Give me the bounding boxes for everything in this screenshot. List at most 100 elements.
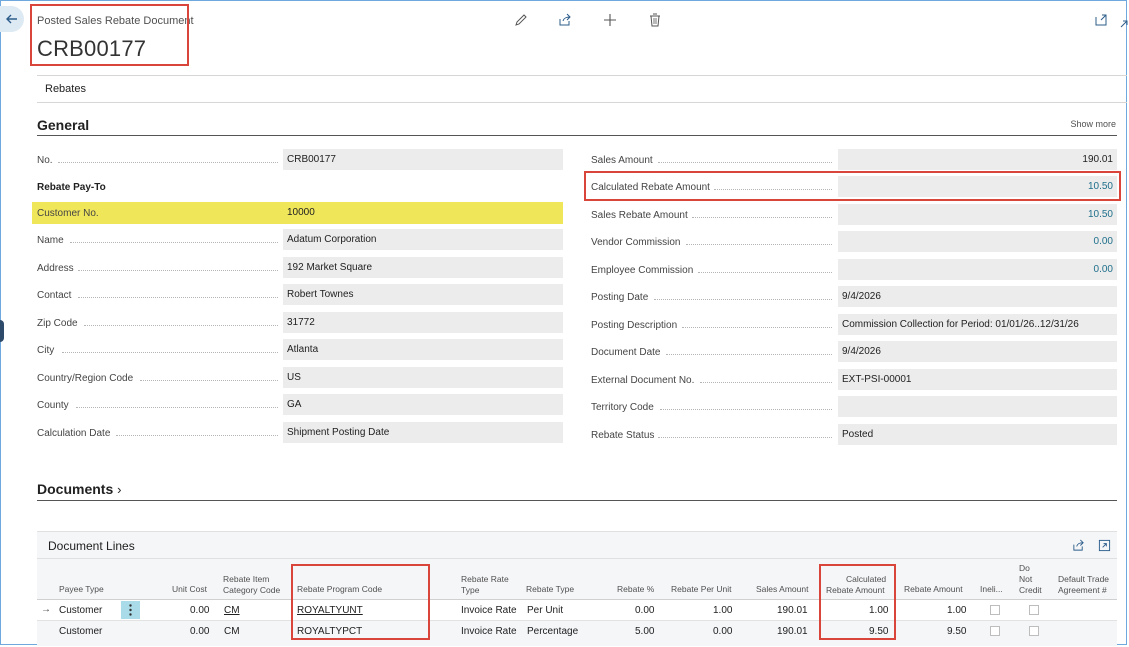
- cell-per-unit: 1.00: [713, 605, 733, 616]
- side-handle[interactable]: [0, 320, 4, 342]
- section-title-documents[interactable]: Documents ›: [37, 481, 121, 497]
- collapse-icon[interactable]: [1116, 16, 1129, 32]
- checkbox-ineligible[interactable]: [990, 605, 1000, 615]
- field-label: External Document No.: [591, 375, 695, 386]
- field-value[interactable]: 9/4/2026: [838, 286, 1117, 307]
- cell-rebate-type[interactable]: Per Unit: [527, 605, 563, 616]
- cell-rebate-amount: 1.00: [947, 605, 967, 616]
- checkbox-ineligible[interactable]: [990, 626, 1000, 636]
- field-dots: [116, 435, 278, 437]
- col-header-line: Not: [1019, 574, 1033, 584]
- field-dots: [78, 270, 278, 272]
- arrow-right-icon: →: [41, 604, 51, 615]
- cell-unit-cost: 0.00: [190, 626, 210, 637]
- tab-rebates[interactable]: Rebates: [45, 83, 86, 95]
- section-title-general[interactable]: General: [37, 117, 89, 133]
- cell-rate-type[interactable]: Invoice Rate: [461, 626, 517, 637]
- field-value[interactable]: 0.00: [838, 259, 1117, 280]
- divider: [37, 558, 1117, 559]
- field-label: Posting Date: [591, 292, 649, 303]
- col-header-line: Rebate Item: [223, 574, 270, 584]
- cell-rebate-pct: 5.00: [635, 626, 655, 637]
- field-value[interactable]: Robert Townes: [283, 284, 563, 305]
- open-new-window-icon[interactable]: [1093, 12, 1109, 28]
- cell-sales-amount: 190.01: [777, 605, 808, 616]
- field-label: Sales Amount: [591, 155, 653, 166]
- col-header-sales-amount[interactable]: Sales Amount: [756, 584, 808, 595]
- share-icon[interactable]: [557, 12, 573, 28]
- chevron-right-icon: ›: [117, 482, 122, 497]
- field-value[interactable]: Commission Collection for Period: 01/01/…: [838, 314, 1117, 335]
- annotation-box-program-code: [291, 564, 430, 640]
- col-header-rebate-amount[interactable]: Rebate Amount: [904, 584, 963, 595]
- field-value[interactable]: 0.00: [838, 231, 1117, 252]
- cell-per-unit: 0.00: [713, 626, 733, 637]
- field-dots: [660, 409, 832, 411]
- col-header-rebate-type[interactable]: Rebate Type: [526, 584, 574, 595]
- field-label: Sales Rebate Amount: [591, 210, 688, 221]
- share-icon[interactable]: [1070, 537, 1086, 553]
- cell-category[interactable]: CM: [224, 626, 240, 637]
- field-dots: [62, 352, 278, 354]
- field-value[interactable]: 192 Market Square: [283, 257, 563, 278]
- field-value[interactable]: US: [283, 367, 563, 388]
- field-value[interactable]: Posted: [838, 424, 1117, 445]
- col-header-line: Credit: [1019, 585, 1042, 595]
- divider: [37, 102, 1127, 103]
- field-value[interactable]: [838, 396, 1117, 417]
- show-more-link[interactable]: Show more: [1070, 119, 1116, 129]
- row-divider: [37, 620, 1117, 621]
- field-dots: [686, 244, 832, 246]
- cell-rebate-amount: 9.50: [947, 626, 967, 637]
- cell-rate-type[interactable]: Invoice Rate: [461, 605, 517, 616]
- edit-icon[interactable]: [513, 12, 529, 28]
- field-value[interactable]: GA: [283, 394, 563, 415]
- row-actions-button[interactable]: [121, 601, 140, 619]
- field-dots: [654, 299, 832, 301]
- col-header-unit-cost[interactable]: Unit Cost: [172, 584, 207, 595]
- field-dots: [666, 354, 832, 356]
- field-value[interactable]: 10.50: [838, 204, 1117, 225]
- field-label: Posting Description: [591, 320, 678, 331]
- col-header-payee-type[interactable]: Payee Type: [59, 584, 104, 595]
- field-value: CRB00177: [283, 149, 563, 170]
- new-icon[interactable]: [602, 12, 618, 28]
- annotation-box-calc-amount: [819, 564, 896, 640]
- field-dots: [58, 162, 278, 164]
- col-header-line: Agreement #: [1058, 585, 1107, 595]
- col-header-ineligible[interactable]: Ineli...: [980, 584, 1003, 595]
- field-label: Customer No.: [37, 208, 99, 219]
- cell-category[interactable]: CM: [224, 605, 240, 616]
- cell-rebate-pct: 0.00: [635, 605, 655, 616]
- field-value[interactable]: Atlanta: [283, 339, 563, 360]
- field-label: Document Date: [591, 347, 661, 358]
- col-header-per-unit[interactable]: Rebate Per Unit: [671, 584, 731, 595]
- field-value[interactable]: EXT-PSI-00001: [838, 369, 1117, 390]
- field-value[interactable]: Adatum Corporation: [283, 229, 563, 250]
- cell-payee-type[interactable]: Customer: [59, 626, 102, 637]
- field-label: Contact: [37, 290, 72, 301]
- field-label: County: [37, 400, 69, 411]
- documents-label: Documents: [37, 481, 114, 497]
- field-value[interactable]: 9/4/2026: [838, 341, 1117, 362]
- col-header-rebate-pct[interactable]: Rebate %: [617, 584, 654, 595]
- cell-rebate-type[interactable]: Percentage: [527, 626, 578, 637]
- cell-payee-type[interactable]: Customer: [59, 605, 102, 616]
- checkbox-do-not-credit[interactable]: [1029, 605, 1039, 615]
- rebate-pay-to-label: Rebate Pay-To: [37, 182, 106, 193]
- field-dots: [76, 407, 278, 409]
- field-value[interactable]: 10000: [283, 202, 563, 223]
- checkbox-do-not-credit[interactable]: [1029, 626, 1039, 636]
- field-dots: [140, 380, 278, 382]
- field-label: Name: [37, 235, 64, 246]
- field-label: No.: [37, 155, 53, 166]
- delete-icon[interactable]: [647, 12, 663, 28]
- cell-unit-cost: 0.00: [190, 605, 210, 616]
- annotation-box-title: [30, 4, 189, 66]
- expand-icon[interactable]: [1096, 537, 1112, 553]
- field-label: Country/Region Code: [37, 373, 134, 384]
- field-value[interactable]: 31772: [283, 312, 563, 333]
- field-value: 190.01: [838, 149, 1117, 170]
- field-dots: [698, 272, 832, 274]
- field-value[interactable]: Shipment Posting Date: [283, 422, 563, 443]
